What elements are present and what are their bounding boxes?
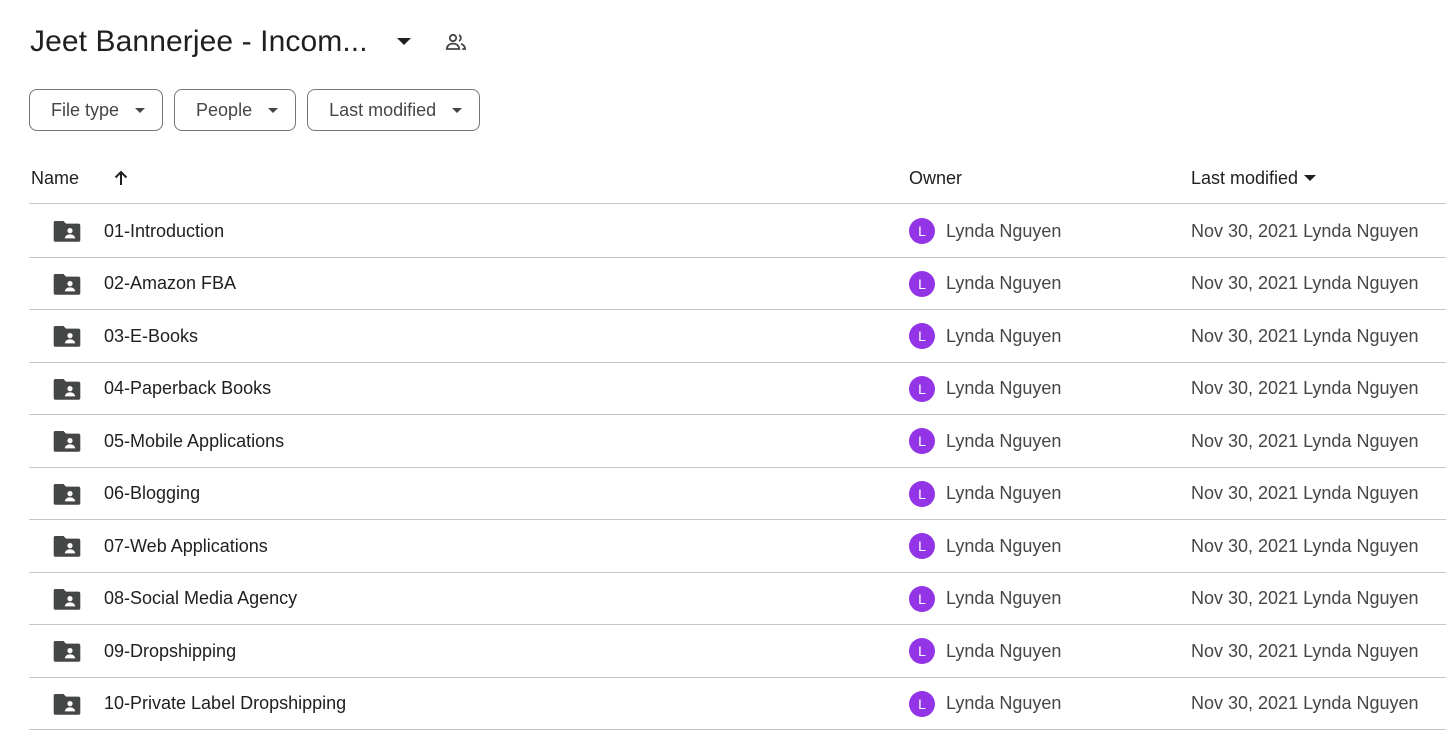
avatar: L — [909, 690, 935, 717]
shared-folder-icon — [53, 272, 81, 296]
last-modified: Nov 30, 2021 Lynda Nguyen — [1191, 430, 1419, 451]
file-name[interactable]: 04-Paperback Books — [104, 363, 271, 415]
shared-folder-icon — [53, 587, 81, 611]
file-name[interactable]: 07-Web Applications — [104, 520, 268, 572]
file-name[interactable]: 03-E-Books — [104, 310, 198, 362]
table-row[interactable]: 04-Paperback Books L Lynda Nguyen Nov 30… — [29, 363, 1446, 415]
shared-folder-icon — [53, 534, 81, 558]
owner-name: Lynda Nguyen — [946, 640, 1062, 661]
owner-name: Lynda Nguyen — [946, 378, 1062, 398]
last-modified: Nov 30, 2021 Lynda Nguyen — [1191, 220, 1419, 241]
folder-header: Jeet Bannerjee - Incom... — [30, 20, 470, 64]
caret-down-icon — [1304, 175, 1317, 181]
file-name[interactable]: 10-Private Label Dropshipping — [104, 678, 346, 730]
people-icon[interactable] — [442, 28, 470, 56]
avatar: L — [909, 218, 935, 244]
table-row[interactable]: 08-Social Media Agency L Lynda Nguyen No… — [29, 573, 1446, 625]
chip-label: Last modified — [329, 99, 437, 120]
caret-down-icon — [452, 107, 463, 113]
people-filter[interactable]: People — [174, 89, 297, 131]
caret-down-icon[interactable] — [390, 28, 418, 56]
filter-bar: File type People Last modified — [29, 89, 481, 131]
avatar: L — [909, 270, 935, 297]
last-modified: Nov 30, 2021 Lynda Nguyen — [1191, 588, 1419, 608]
last-modified: Nov 30, 2021 Lynda Nguyen — [1191, 273, 1419, 293]
owner-name: Lynda Nguyen — [946, 588, 1062, 608]
file-list: 01-Introduction L Lynda Nguyen Nov 30, 2… — [29, 205, 1446, 730]
owner-name: Lynda Nguyen — [946, 273, 1062, 293]
shared-folder-icon — [53, 429, 81, 453]
table-row[interactable]: 01-Introduction L Lynda Nguyen Nov 30, 2… — [29, 205, 1446, 258]
avatar: L — [909, 375, 935, 402]
last-modified: Nov 30, 2021 Lynda Nguyen — [1191, 640, 1419, 661]
owner-name: Lynda Nguyen — [946, 693, 1062, 713]
shared-folder-icon — [53, 482, 81, 506]
drive-folder-view: Jeet Bannerjee - Incom... File type Peop… — [0, 0, 1446, 742]
file-name[interactable]: 01-Introduction — [104, 205, 224, 257]
avatar: L — [909, 480, 935, 507]
shared-folder-icon — [53, 219, 81, 243]
column-header-last-modified[interactable]: Last modified — [1191, 152, 1317, 204]
column-header-label: Last modified — [1191, 167, 1299, 188]
file-name[interactable]: 08-Social Media Agency — [104, 573, 297, 625]
shared-folder-icon — [53, 639, 81, 663]
folder-title[interactable]: Jeet Bannerjee - Incom... — [30, 25, 368, 59]
arrow-up-icon[interactable] — [109, 166, 133, 190]
owner-name: Lynda Nguyen — [946, 535, 1062, 556]
last-modified: Nov 30, 2021 Lynda Nguyen — [1191, 483, 1419, 503]
avatar: L — [909, 585, 935, 612]
avatar: L — [909, 638, 935, 664]
last-modified: Nov 30, 2021 Lynda Nguyen — [1191, 325, 1419, 346]
table-row[interactable]: 05-Mobile Applications L Lynda Nguyen No… — [29, 415, 1446, 468]
column-header-name[interactable]: Name — [31, 152, 79, 204]
file-type-filter[interactable]: File type — [29, 89, 164, 131]
file-name[interactable]: 06-Blogging — [104, 468, 200, 520]
table-row[interactable]: 07-Web Applications L Lynda Nguyen Nov 3… — [29, 520, 1446, 573]
shared-folder-icon — [53, 377, 81, 401]
file-name[interactable]: 05-Mobile Applications — [104, 415, 284, 467]
chip-label: People — [196, 99, 253, 120]
caret-down-icon — [135, 107, 146, 113]
table-row[interactable]: 10-Private Label Dropshipping L Lynda Ng… — [29, 678, 1446, 730]
shared-folder-icon — [53, 324, 81, 348]
avatar: L — [909, 323, 935, 349]
table-row[interactable]: 02-Amazon FBA L Lynda Nguyen Nov 30, 202… — [29, 258, 1446, 310]
table-row[interactable]: 03-E-Books L Lynda Nguyen Nov 30, 2021 L… — [29, 310, 1446, 363]
avatar: L — [909, 428, 935, 454]
owner-name: Lynda Nguyen — [946, 430, 1062, 451]
last-modified: Nov 30, 2021 Lynda Nguyen — [1191, 535, 1419, 556]
file-name[interactable]: 02-Amazon FBA — [104, 258, 236, 310]
owner-name: Lynda Nguyen — [946, 220, 1062, 241]
column-header-owner[interactable]: Owner — [909, 152, 962, 204]
chip-label: File type — [51, 99, 120, 120]
owner-name: Lynda Nguyen — [946, 325, 1062, 346]
owner-name: Lynda Nguyen — [946, 483, 1062, 503]
table-header: Name Owner Last modified — [29, 152, 1446, 204]
shared-folder-icon — [53, 692, 81, 716]
avatar: L — [909, 533, 935, 559]
file-name[interactable]: 09-Dropshipping — [104, 625, 236, 677]
last-modified: Nov 30, 2021 Lynda Nguyen — [1191, 693, 1419, 713]
last-modified: Nov 30, 2021 Lynda Nguyen — [1191, 378, 1419, 398]
caret-down-icon — [268, 107, 279, 113]
table-row[interactable]: 09-Dropshipping L Lynda Nguyen Nov 30, 2… — [29, 625, 1446, 678]
last-modified-filter[interactable]: Last modified — [307, 89, 481, 131]
table-row[interactable]: 06-Blogging L Lynda Nguyen Nov 30, 2021 … — [29, 468, 1446, 520]
